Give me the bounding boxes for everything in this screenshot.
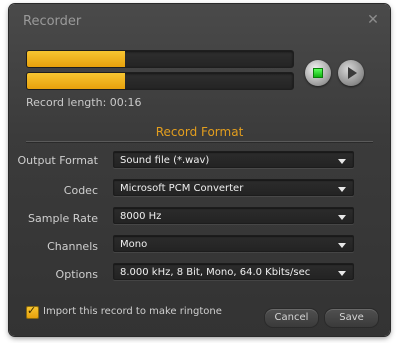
- recorder-window: Recorder ✕ Record length: 00:16 Record F…: [9, 4, 390, 336]
- options-value: 8.000 kHz, 8 Bit, Mono, 64.0 Kbits/sec: [120, 267, 311, 278]
- output-format-value: Sound file (*.wav): [120, 155, 210, 166]
- import-ringtone-checkbox[interactable]: ✓: [26, 304, 39, 319]
- section-title: Record Format: [155, 125, 244, 139]
- stop-button[interactable]: [305, 60, 331, 86]
- level-meter-1: [26, 50, 294, 68]
- stop-icon: [313, 68, 323, 78]
- channels-select[interactable]: Mono: [113, 235, 354, 252]
- level-meter-2-fill: [27, 73, 126, 89]
- cancel-button[interactable]: Cancel: [264, 308, 319, 328]
- play-button[interactable]: [338, 60, 364, 86]
- chevron-down-icon: [338, 243, 346, 248]
- sample-rate-select[interactable]: 8000 Hz: [113, 207, 354, 224]
- options-select[interactable]: 8.000 kHz, 8 Bit, Mono, 64.0 Kbits/sec: [113, 263, 354, 280]
- window-title: Recorder: [23, 14, 82, 29]
- channels-label: Channels: [47, 240, 98, 253]
- channels-value: Mono: [120, 239, 148, 250]
- level-meter-2: [26, 72, 294, 90]
- options-label: Options: [55, 268, 98, 281]
- output-format-select[interactable]: Sound file (*.wav): [113, 151, 354, 168]
- codec-select[interactable]: Microsoft PCM Converter: [113, 179, 354, 196]
- level-meter-1-fill: [27, 51, 126, 67]
- codec-value: Microsoft PCM Converter: [120, 183, 244, 194]
- output-format-label: Output Format: [17, 154, 98, 167]
- chevron-down-icon: [338, 271, 346, 276]
- close-icon[interactable]: ✕: [366, 13, 380, 27]
- chevron-down-icon: [338, 215, 346, 220]
- play-icon: [348, 67, 357, 79]
- sample-rate-value: 8000 Hz: [120, 211, 162, 222]
- record-length: Record length: 00:16: [26, 96, 142, 109]
- chevron-down-icon: [338, 187, 346, 192]
- chevron-down-icon: [338, 159, 346, 164]
- divider: [26, 141, 373, 143]
- check-icon: ✓: [27, 304, 37, 317]
- save-button[interactable]: Save: [324, 308, 379, 328]
- sample-rate-label: Sample Rate: [28, 212, 98, 225]
- codec-label: Codec: [63, 184, 98, 197]
- import-ringtone-label: Import this record to make ringtone: [43, 306, 222, 317]
